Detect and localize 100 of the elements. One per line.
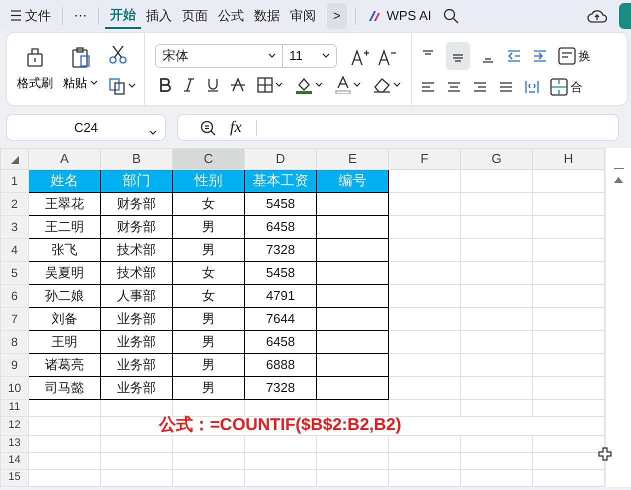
table-cell: 男	[202, 310, 215, 326]
scroll-arrow-icon[interactable]	[614, 177, 623, 183]
table-cell: 王翠花	[45, 196, 84, 211]
column-title: 姓名	[50, 172, 78, 188]
ribbon-tab[interactable]: 开始	[105, 2, 141, 28]
column-header[interactable]: G	[460, 148, 532, 169]
next-tab-button[interactable]: >	[327, 2, 347, 28]
column-title: 部门	[122, 172, 150, 188]
column-header[interactable]: F	[388, 148, 460, 169]
app-button[interactable]	[619, 2, 631, 28]
increase-indent-icon[interactable]	[532, 48, 548, 64]
column-header[interactable]: H	[532, 148, 604, 169]
select-all-icon[interactable]	[10, 156, 18, 164]
row-header[interactable]: 1	[0, 169, 28, 192]
row-header[interactable]: 4	[0, 238, 28, 261]
row-header[interactable]: 11	[0, 399, 28, 416]
table-cell: 女	[202, 196, 215, 211]
underline-icon[interactable]	[207, 78, 220, 92]
caret-icon[interactable]	[128, 82, 136, 88]
logo	[368, 10, 383, 22]
cloud-upload-icon[interactable]	[587, 8, 607, 24]
table-cell: 6458	[266, 218, 295, 234]
table-cell: 7644	[266, 310, 295, 326]
scissors-icon[interactable]	[108, 44, 128, 64]
caret-icon[interactable]	[315, 82, 324, 88]
fill-color-icon[interactable]	[295, 76, 314, 94]
caret-icon[interactable]	[149, 130, 157, 136]
row-header[interactable]: 9	[0, 353, 28, 376]
format-painter-button[interactable]: 格式刷	[17, 46, 53, 92]
increase-font-icon[interactable]	[350, 48, 370, 66]
menu-icon	[11, 10, 21, 21]
caret-icon[interactable]	[90, 80, 98, 86]
formula-bar[interactable]: fx	[177, 114, 619, 141]
font-color-icon[interactable]	[335, 76, 352, 94]
ribbon-tab[interactable]: 页面	[177, 2, 213, 28]
table-cell: 孙二娘	[45, 288, 84, 303]
font-name-select[interactable]: 宋体	[155, 44, 284, 68]
caret-icon[interactable]	[275, 82, 284, 88]
row-header[interactable]: 12	[0, 416, 28, 435]
table-cell: 吴夏明	[45, 264, 84, 280]
ribbon-tab[interactable]: 公式	[213, 2, 249, 28]
table-cell: 业务部	[117, 356, 156, 372]
eraser-icon[interactable]	[373, 77, 392, 93]
search-icon[interactable]	[442, 8, 459, 24]
column-header[interactable]: C	[172, 148, 244, 169]
font-size-select[interactable]: 11	[283, 44, 338, 68]
caret-icon[interactable]	[393, 82, 402, 88]
row-header[interactable]: 7	[0, 307, 28, 330]
fx-label[interactable]: fx	[230, 116, 242, 140]
merge-button[interactable]: 合	[550, 78, 582, 96]
formula-annotation: 公式：=COUNTIF($B$2:B2,B2)	[159, 414, 402, 434]
row-header[interactable]: 15	[0, 469, 28, 486]
table-cell: 业务部	[117, 310, 156, 326]
caret-icon[interactable]	[353, 82, 362, 88]
row-header[interactable]: 10	[0, 376, 28, 399]
row-header[interactable]: 13	[0, 435, 28, 452]
caret-icon[interactable]	[322, 53, 330, 59]
copy-button[interactable]	[108, 76, 136, 94]
table-cell: 7328	[266, 380, 295, 395]
table-cell: 女	[202, 264, 215, 280]
ribbon-tab[interactable]: 数据	[249, 2, 285, 28]
paste-button[interactable]: 粘贴	[63, 46, 98, 92]
caret-icon[interactable]	[268, 53, 276, 59]
table-cell: 男	[202, 242, 215, 257]
row-header[interactable]: 8	[0, 330, 28, 353]
table-cell: 财务部	[117, 218, 156, 234]
table-cell: 6458	[266, 334, 295, 349]
column-header[interactable]: B	[100, 148, 172, 169]
column-header[interactable]: D	[244, 148, 316, 169]
distributed-icon[interactable]	[524, 78, 540, 95]
row-header[interactable]: 14	[0, 452, 28, 469]
column-title: 基本工资	[252, 172, 308, 188]
row-header[interactable]: 3	[0, 215, 28, 238]
table-cell: 刘备	[52, 310, 78, 326]
wps-ai-button[interactable]: WPS AI	[364, 2, 436, 28]
ribbon-tab[interactable]: 插入	[141, 2, 177, 28]
column-header[interactable]: E	[316, 148, 388, 169]
table-cell: 王明	[52, 334, 78, 349]
table-cell: 诸葛亮	[45, 356, 84, 372]
row-header[interactable]: 2	[0, 192, 28, 215]
strikethrough-icon[interactable]	[231, 78, 246, 92]
borders-icon[interactable]	[257, 77, 274, 93]
decrease-font-icon[interactable]	[376, 48, 397, 66]
ribbon-tab[interactable]: 审阅	[285, 2, 321, 28]
decrease-indent-icon[interactable]	[506, 48, 522, 64]
zoom-out-icon[interactable]	[200, 120, 216, 136]
bold-icon[interactable]	[159, 78, 172, 92]
row-header[interactable]: 6	[0, 284, 28, 307]
italic-icon[interactable]	[183, 78, 196, 92]
file-menu[interactable]: 文件	[6, 2, 56, 28]
wrap-text-button[interactable]: 换	[558, 47, 590, 65]
table-cell: 男	[202, 334, 215, 349]
table-cell: 男	[202, 380, 215, 395]
row-header[interactable]: 5	[0, 261, 28, 284]
column-title: 编号	[338, 172, 366, 188]
name-box[interactable]: C24	[6, 114, 166, 141]
table-cell: 业务部	[117, 380, 156, 395]
more-button[interactable]: ⋯	[69, 2, 92, 28]
column-header[interactable]: A	[28, 148, 100, 169]
table-cell: 张飞	[52, 242, 78, 257]
